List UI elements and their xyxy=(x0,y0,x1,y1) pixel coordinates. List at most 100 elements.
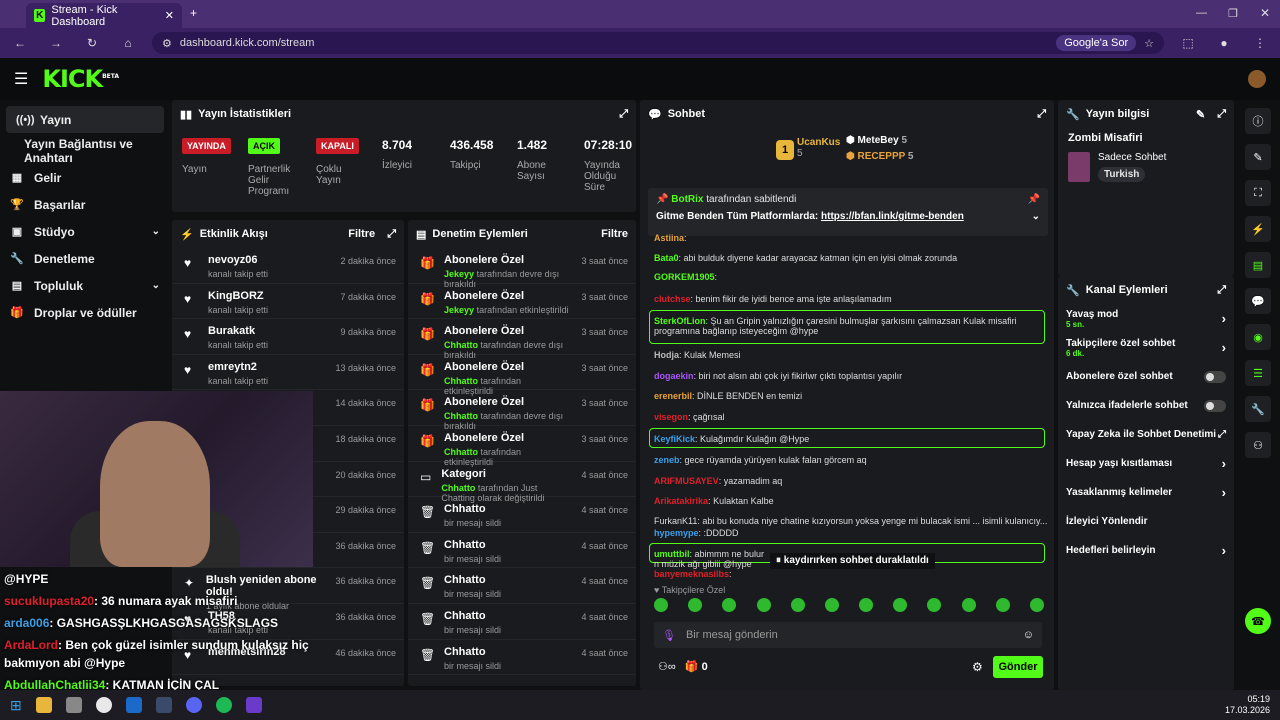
chat-username[interactable]: dogaekin xyxy=(654,371,694,381)
chat-username[interactable]: Hodja xyxy=(654,350,679,360)
infinity-icon[interactable]: ⚇∞ xyxy=(658,661,676,673)
channel-action-row[interactable]: Takipçilere özel sohbet 6 dk. › xyxy=(1058,333,1234,362)
clipboard-icon[interactable]: ▤ xyxy=(1245,252,1271,278)
sidebar-item-stream-key[interactable]: Yayın Bağlantısı ve Anahtarı xyxy=(0,137,170,165)
popout-icon[interactable]: ⤢ xyxy=(619,108,628,121)
reload-icon[interactable]: ↻ xyxy=(80,36,104,50)
moderation-row[interactable]: 🗑 Chhatto bir mesajı sildi 4 saat önce xyxy=(408,604,636,640)
tab-close-icon[interactable]: ✕ xyxy=(165,9,174,22)
discord-icon[interactable] xyxy=(185,697,202,713)
chat-username[interactable]: visegon xyxy=(654,412,688,422)
url-field[interactable]: ⚙ dashboard.kick.com/stream Google'a Sor… xyxy=(152,32,1164,54)
chat-message[interactable]: dogaekin: biri not alsın abi çok iyi fik… xyxy=(654,371,902,381)
moderation-row[interactable]: 🎁 Abonelere Özel Jekeyy tarafından etkinle… xyxy=(408,284,636,320)
chat-username[interactable]: banyemeknasilbs xyxy=(654,569,729,579)
chat-username[interactable]: hypemype xyxy=(654,528,699,538)
edit-pencil-icon[interactable]: ✎ xyxy=(1196,108,1205,121)
toggle-switch[interactable] xyxy=(1204,370,1226,383)
channel-action-row[interactable]: Hesap yaşı kısıtlaması › xyxy=(1058,449,1234,478)
chat-settings-gear-icon[interactable]: ⚙ xyxy=(972,660,983,674)
chat-username[interactable]: Astiina xyxy=(654,233,684,243)
popout-icon[interactable]: ⤢ xyxy=(1217,284,1226,297)
popout-icon[interactable]: ⤢ xyxy=(1217,108,1226,121)
sidebar-item-drops[interactable]: 🎁 Droplar ve ödüller xyxy=(0,299,170,326)
app-icon[interactable] xyxy=(65,697,82,713)
steam-icon[interactable] xyxy=(155,697,172,713)
gift-icon[interactable]: 🎁 xyxy=(685,661,699,673)
wrench-icon[interactable]: 🔧 xyxy=(1245,396,1271,422)
emote-icon[interactable] xyxy=(1029,598,1044,612)
outlook-icon[interactable] xyxy=(125,697,142,713)
chat-message[interactable]: visegon: çağrısal xyxy=(654,412,725,422)
activity-row[interactable]: ♥ nevoyz06 kanalı takip etti 2 dakika önce xyxy=(172,248,404,284)
moderation-row[interactable]: ▭ Kategori Chhatto tarafından Just Chattin… xyxy=(408,462,636,503)
list-icon[interactable]: ☰ xyxy=(1245,360,1271,386)
chat-message[interactable]: ARIFMUSAYEV: yazamadim aq xyxy=(654,476,782,486)
leader-3[interactable]: ⬢ RECEPPP 5 xyxy=(846,151,913,162)
file-explorer-icon[interactable] xyxy=(35,697,52,713)
emote-icon[interactable] xyxy=(722,598,737,612)
emote-icon[interactable] xyxy=(654,598,668,612)
moderation-row[interactable]: 🎁 Abonelere Özel Chhatto tarafından etkinl… xyxy=(408,426,636,467)
language-tag[interactable]: Turkish xyxy=(1098,167,1146,182)
minimize-icon[interactable]: — xyxy=(1196,7,1207,19)
chat-message[interactable]: erenerbil: DİNLE BENDEN en temizi xyxy=(654,391,802,401)
sidebar-item-stream[interactable]: ((•)) Yayın xyxy=(6,106,164,133)
channel-action-row[interactable]: Yapay Zeka ile Sohbet Denetimi ⤢ xyxy=(1058,420,1234,449)
profile-avatar-icon[interactable]: ● xyxy=(1212,36,1236,50)
google-search-chip[interactable]: Google'a Sor xyxy=(1056,35,1137,51)
system-clock[interactable]: 05:19 17.03.2026 xyxy=(1225,694,1270,716)
chat-message[interactable]: Astiina: xyxy=(654,233,687,243)
chat-username[interactable]: GORKEM1905 xyxy=(654,272,715,282)
channel-action-row[interactable]: Abonelere özel sohbet xyxy=(1058,362,1234,391)
chat-input[interactable]: 🎙 Bir mesaj gönderin ☺ xyxy=(654,622,1042,648)
activity-row[interactable]: ♥ Burakatk kanalı takip etti 9 dakika önce xyxy=(172,319,404,355)
support-headset-icon[interactable]: ☎ xyxy=(1245,608,1271,634)
sidebar-item-studio[interactable]: ▣ Stüdyo ⌄ xyxy=(0,218,170,245)
chat-username[interactable]: ARIFMUSAYEV xyxy=(654,476,719,486)
home-icon[interactable]: ⌂ xyxy=(116,36,140,50)
pinned-link[interactable]: https://bfan.link/gitme-benden xyxy=(821,211,964,222)
chat-message[interactable]: KeyfiKick: Kulağımdır Kulağın @Hype xyxy=(654,434,809,444)
emote-icon[interactable] xyxy=(688,598,703,612)
emote-icon[interactable] xyxy=(859,598,874,612)
browser-tab[interactable]: K Stream - Kick Dashboard ✕ xyxy=(26,3,182,28)
new-tab-icon[interactable]: + xyxy=(190,6,197,20)
send-button[interactable]: Gönder xyxy=(993,656,1043,678)
chat-username[interactable]: umuttbil xyxy=(654,549,690,559)
close-window-icon[interactable]: ✕ xyxy=(1260,6,1270,20)
moderation-row[interactable]: 🗑 Chhatto bir mesajı sildi 4 saat önce xyxy=(408,640,636,676)
moderation-row[interactable]: 🗑 Chhatto bir mesajı sildi 4 saat önce xyxy=(408,533,636,569)
mic-icon[interactable]: 🎙 xyxy=(662,629,676,642)
community-icon[interactable]: ⚇ xyxy=(1245,432,1271,458)
channel-action-row[interactable]: Yavaş mod 5 sn. › xyxy=(1058,304,1234,333)
sidebar-item-revenue[interactable]: ▦ Gelir xyxy=(0,164,170,191)
chat-message[interactable]: SterkOfLion: Şu an Gripin yalnızlığın ça… xyxy=(654,316,1017,336)
channel-action-row[interactable]: İzleyici Yönlendir xyxy=(1058,507,1234,536)
channel-action-row[interactable]: Yalnızca ifadelerle sohbet xyxy=(1058,391,1234,420)
pinned-message[interactable]: 📌 BotRix tarafından sabitlendi 📌 Gitme Be… xyxy=(648,188,1048,236)
moderation-row[interactable]: 🎁 Abonelere Özel Chhatto tarafından devre … xyxy=(408,390,636,431)
moderation-row[interactable]: 🗑 Chhatto bir mesajı sildi 4 saat önce xyxy=(408,568,636,604)
chat-message[interactable]: Bata0: abi bulduk diyene kadar arayacaz … xyxy=(654,253,957,263)
emote-icon[interactable] xyxy=(893,598,908,612)
moderation-row[interactable]: 🎁 Abonelere Özel Chhatto tarafından devre … xyxy=(408,319,636,360)
menu-dots-icon[interactable]: ⋮ xyxy=(1248,36,1272,50)
bookmark-star-icon[interactable]: ☆ xyxy=(1144,37,1154,50)
chat-message[interactable]: zeneb: gece rüyamda yürüyen kulak falan … xyxy=(654,455,867,465)
emote-icon[interactable] xyxy=(927,598,942,612)
chat-message[interactable]: FurkanK11: abi bu konuda niye chatine kı… xyxy=(654,516,1047,526)
kick-logo[interactable]: KICKBETA xyxy=(42,65,119,93)
leader-1[interactable]: UcanKus 5 xyxy=(797,137,840,159)
fullscreen-icon[interactable]: ⛶ xyxy=(1245,180,1271,206)
spotify-icon[interactable] xyxy=(215,697,232,713)
activity-row[interactable]: ♥ emreytn2 kanalı takip etti 13 dakika önce xyxy=(172,355,404,391)
toggle-switch[interactable] xyxy=(1204,399,1226,412)
sidebar-item-achievements[interactable]: 🏆 Başarılar xyxy=(0,191,170,218)
activity-row[interactable]: ♥ KingBORZ kanalı takip etti 7 dakika önce xyxy=(172,284,404,320)
broadcast-icon[interactable]: ◉ xyxy=(1245,324,1271,350)
chat-icon[interactable]: 💬 xyxy=(1245,288,1271,314)
moderation-filter-button[interactable]: Filtre xyxy=(601,228,628,240)
info-icon[interactable]: ⓘ xyxy=(1245,108,1271,134)
popout-icon[interactable]: ⤢ xyxy=(387,228,396,241)
